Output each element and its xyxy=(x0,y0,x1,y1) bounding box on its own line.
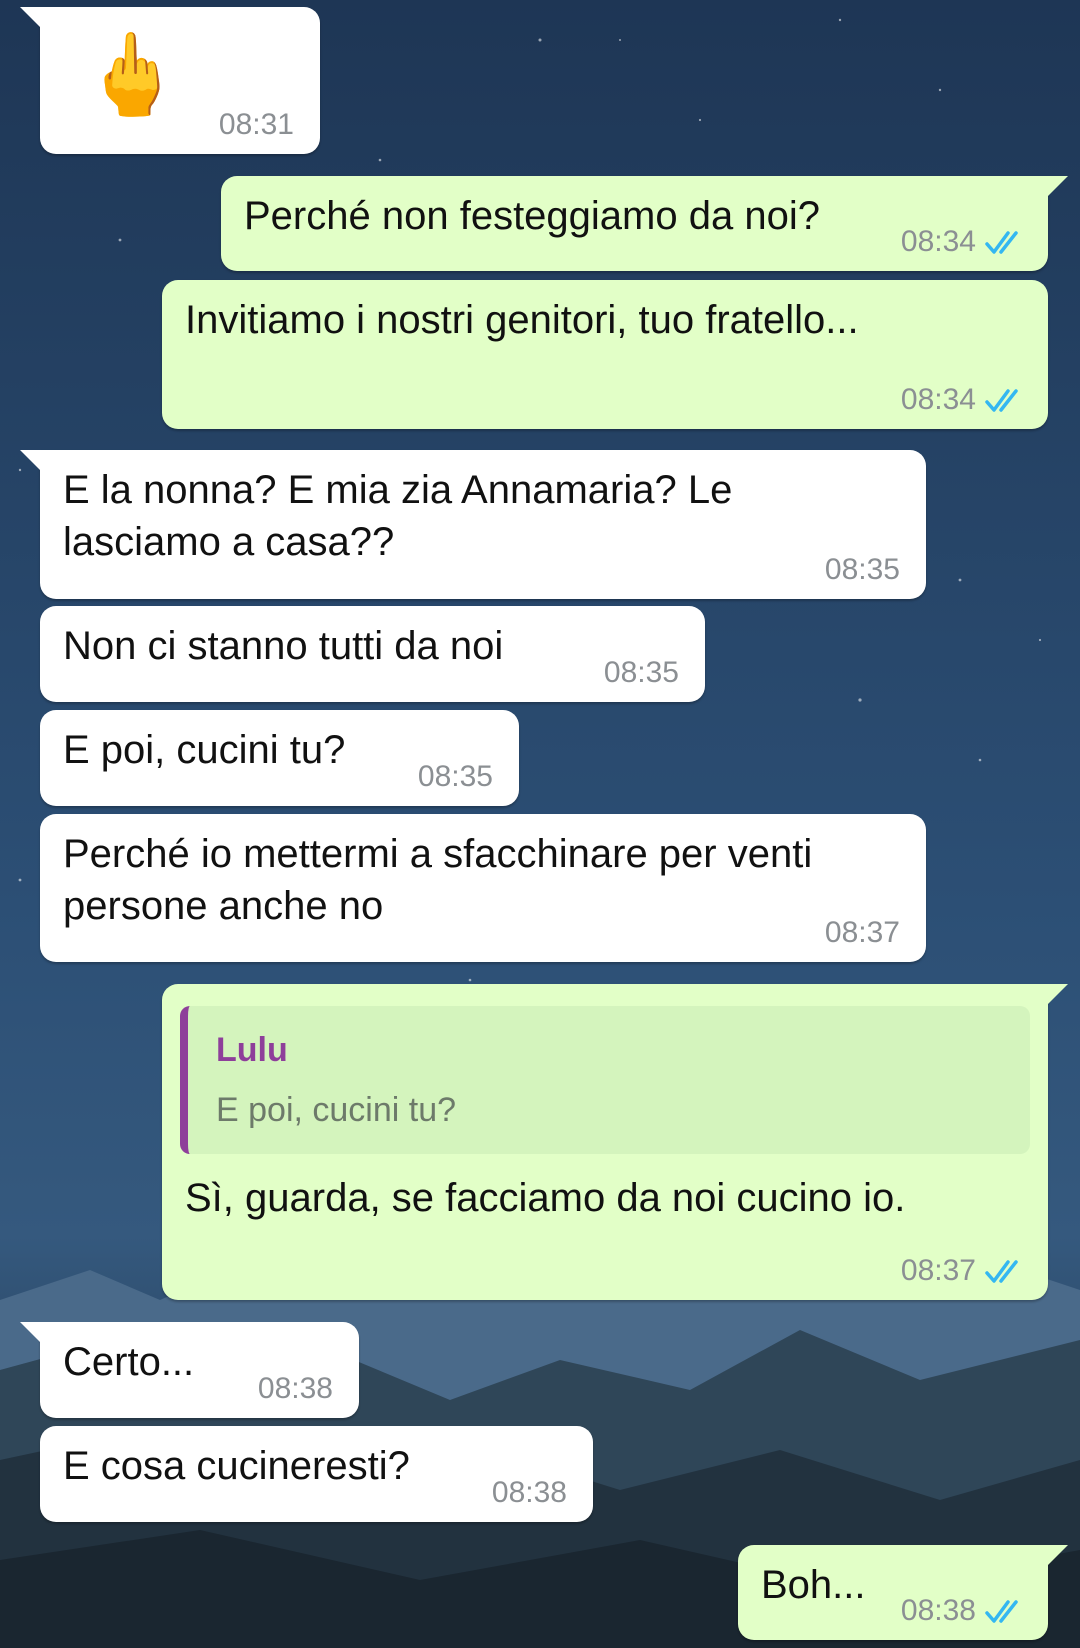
message-time: 08:35 xyxy=(603,656,679,689)
message-text: Boh... xyxy=(761,1563,866,1607)
quoted-text: E poi, cucini tu? xyxy=(216,1091,457,1129)
message-meta: 08:37 xyxy=(825,918,900,948)
incoming-message[interactable]: Certo... 08:38 xyxy=(20,1322,359,1418)
message-meta: 08:38 xyxy=(492,1478,567,1508)
message-meta: 08:38 xyxy=(901,1596,1028,1626)
outgoing-message[interactable]: Boh... 08:38 xyxy=(738,1545,1068,1640)
message-meta: 08:35 xyxy=(418,762,493,792)
message-meta: 08:31 xyxy=(219,110,294,140)
message-time: 08:38 xyxy=(491,1476,567,1509)
double-check-read-icon xyxy=(985,231,1018,254)
message-meta: 08:35 xyxy=(825,555,900,585)
message-text: E poi, cucini tu? xyxy=(63,728,346,772)
message-time: 08:34 xyxy=(900,383,976,416)
quoted-message[interactable]: Lulu E poi, cucini tu? xyxy=(180,1006,1030,1154)
incoming-message[interactable]: E la nonna? E mia zia Annamaria? Le lasc… xyxy=(20,450,926,599)
message-time: 08:38 xyxy=(900,1594,976,1627)
message-meta: 08:35 xyxy=(604,658,679,688)
message-meta: 08:37 xyxy=(901,1256,1028,1286)
incoming-message[interactable]: 🖕 08:31 xyxy=(20,7,320,154)
chat-message-list[interactable]: 🖕 08:31 Perché non festeggiamo da noi? 0… xyxy=(0,0,1080,1648)
message-text: Sì, guarda, se facciamo da noi cucino io… xyxy=(185,1176,906,1220)
message-time: 08:35 xyxy=(417,760,493,793)
message-text-line-2: persone anche no xyxy=(63,884,384,928)
message-text-line-2: lasciamo a casa?? xyxy=(63,520,395,564)
message-text: Non ci stanno tutti da noi xyxy=(63,624,504,668)
middle-finger-emoji: 🖕 xyxy=(82,30,182,119)
outgoing-message[interactable]: Invitiamo i nostri genitori, tuo fratell… xyxy=(162,280,1048,429)
message-time: 08:37 xyxy=(824,916,900,949)
message-text: Certo... xyxy=(63,1340,195,1384)
incoming-message[interactable]: Non ci stanno tutti da noi 08:35 xyxy=(40,606,705,702)
message-text-line-1: E la nonna? E mia zia Annamaria? Le xyxy=(63,468,733,512)
outgoing-message[interactable]: Perché non festeggiamo da noi? 08:34 xyxy=(221,176,1068,271)
message-text: Invitiamo i nostri genitori, tuo fratell… xyxy=(185,298,859,342)
message-meta: 08:34 xyxy=(901,385,1028,415)
incoming-message[interactable]: E poi, cucini tu? 08:35 xyxy=(40,710,519,806)
message-meta: 08:38 xyxy=(258,1374,333,1404)
message-time: 08:34 xyxy=(900,225,976,258)
message-time: 08:37 xyxy=(900,1254,976,1287)
message-meta: 08:34 xyxy=(901,227,1028,257)
message-time: 08:35 xyxy=(824,553,900,586)
double-check-read-icon xyxy=(985,1600,1018,1623)
message-text: E cosa cucineresti? xyxy=(63,1444,410,1488)
incoming-message[interactable]: E cosa cucineresti? 08:38 xyxy=(40,1426,593,1522)
message-text-line-1: Perché io mettermi a sfacchinare per ven… xyxy=(63,832,813,876)
outgoing-reply-message[interactable]: Lulu E poi, cucini tu? Sì, guarda, se fa… xyxy=(162,984,1068,1300)
quoted-author: Lulu xyxy=(216,1031,288,1069)
message-time: 08:31 xyxy=(218,108,294,141)
double-check-read-icon xyxy=(985,1260,1018,1283)
message-time: 08:38 xyxy=(257,1372,333,1405)
incoming-message[interactable]: Perché io mettermi a sfacchinare per ven… xyxy=(40,814,926,962)
message-text: Perché non festeggiamo da noi? xyxy=(244,194,820,238)
double-check-read-icon xyxy=(985,389,1018,412)
